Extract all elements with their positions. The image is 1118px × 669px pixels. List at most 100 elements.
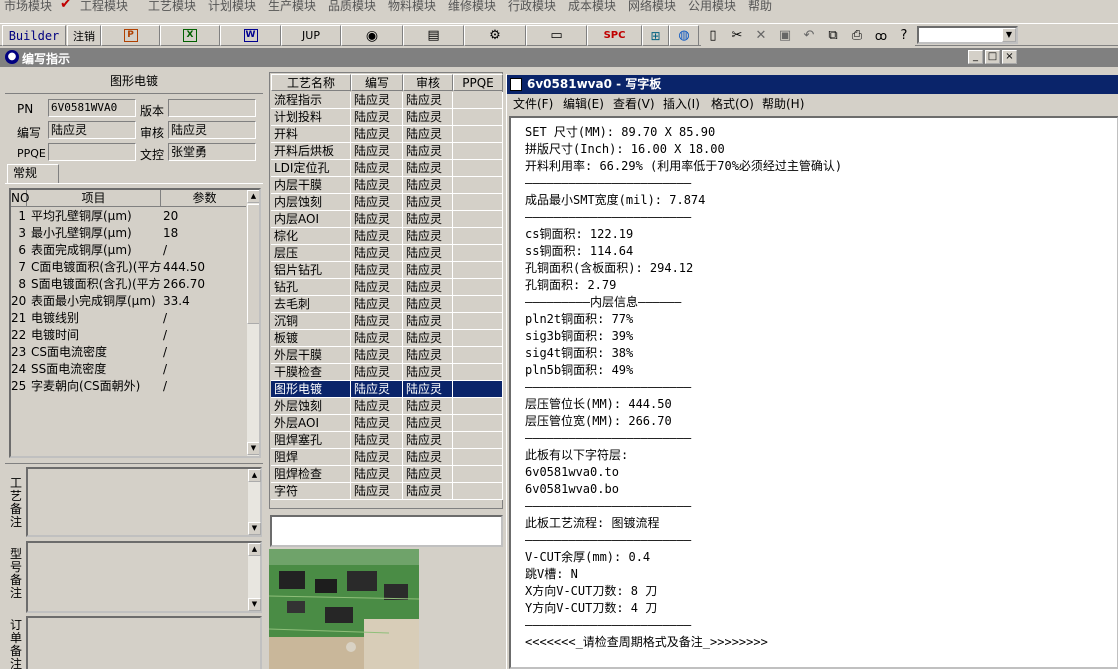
process-row[interactable]: 层压 陆应灵 陆应灵 xyxy=(271,245,503,262)
process-header-name[interactable]: 工艺名称 xyxy=(271,74,351,91)
process-row[interactable]: 阻焊检查 陆应灵 陆应灵 xyxy=(271,466,503,483)
menu-item-maintenance[interactable]: 维修模块 xyxy=(448,0,496,14)
process-row[interactable]: 棕化 陆应灵 陆应灵 xyxy=(271,228,503,245)
param-row[interactable]: 20 表面最小完成铜厚(μm) 33.4 xyxy=(11,293,251,310)
author-field[interactable]: 陆应灵 xyxy=(48,121,136,139)
builder-button[interactable]: Builder xyxy=(2,25,66,46)
spc-button[interactable]: SPC xyxy=(587,25,642,46)
scroll-up-icon[interactable]: ▲ xyxy=(248,543,261,556)
scroll-up-icon[interactable]: ▲ xyxy=(248,469,261,482)
grid-header-item[interactable]: 项目 xyxy=(27,190,161,207)
powerpoint-button[interactable]: P xyxy=(101,25,160,46)
tab-normal[interactable]: 常规 xyxy=(7,164,59,183)
process-note-memo[interactable]: ▲ ▼ xyxy=(26,467,262,537)
print-button[interactable]: ⎙ xyxy=(845,25,869,46)
excel-button[interactable]: X xyxy=(160,25,220,46)
notepad-menu-format[interactable]: 格式(O) xyxy=(711,95,754,114)
param-row[interactable]: 25 字麦朝向(CS面朝外) / xyxy=(11,378,251,395)
menu-item-process[interactable]: 工艺模块 xyxy=(148,0,196,14)
menu-item-quality[interactable]: 品质模块 xyxy=(328,0,376,14)
process-row[interactable]: 铝片钻孔 陆应灵 陆应灵 xyxy=(271,262,503,279)
process-row[interactable]: 外层蚀刻 陆应灵 陆应灵 xyxy=(271,398,503,415)
process-header-author[interactable]: 编写 xyxy=(351,74,403,91)
order-note-memo[interactable] xyxy=(26,616,262,669)
chevron-down-icon[interactable]: ▼ xyxy=(1002,28,1016,42)
menu-item-production[interactable]: 生产模块 xyxy=(268,0,316,14)
process-header-reviewer[interactable]: 审核 xyxy=(403,74,453,91)
copy-button[interactable]: ⧉ xyxy=(821,25,845,46)
notepad-text-area[interactable]: SET 尺寸(MM): 89.70 X 85.90 拼版尺寸(Inch): 16.… xyxy=(509,116,1118,669)
process-row[interactable]: 内层蚀刻 陆应灵 陆应灵 xyxy=(271,194,503,211)
process-row[interactable]: 阻焊塞孔 陆应灵 陆应灵 xyxy=(271,432,503,449)
database-button[interactable]: ▤ xyxy=(403,25,464,46)
process-row[interactable]: 外层AOI 陆应灵 陆应灵 xyxy=(271,415,503,432)
menu-item-cost[interactable]: 成本模块 xyxy=(568,0,616,14)
process-row[interactable]: 钻孔 陆应灵 陆应灵 xyxy=(271,279,503,296)
param-row[interactable]: 7 C面电镀面积(含孔)(平方 444.50 xyxy=(11,259,251,276)
param-row[interactable]: 8 S面电镀面积(含孔)(平方 266.70 xyxy=(11,276,251,293)
minimize-button[interactable]: _ xyxy=(968,50,983,64)
process-row[interactable]: 字符 陆应灵 陆应灵 xyxy=(271,483,503,500)
param-row[interactable]: 1 平均孔壁铜厚(μm) 20 xyxy=(11,208,251,225)
notepad-menu-help[interactable]: 帮助(H) xyxy=(762,95,804,114)
jup-button[interactable]: JUP xyxy=(281,25,341,46)
notepad-menu-edit[interactable]: 编辑(E) xyxy=(563,95,604,114)
scroll-down-icon[interactable]: ▼ xyxy=(248,598,261,611)
process-row[interactable]: 沉铜 陆应灵 陆应灵 xyxy=(271,313,503,330)
process-row[interactable]: 流程指示 陆应灵 陆应灵 xyxy=(271,92,503,109)
browser-button[interactable]: ◍ xyxy=(669,25,699,46)
process-note-input[interactable] xyxy=(270,515,503,547)
menu-item-common[interactable]: 公用模块 xyxy=(688,0,736,14)
process-row[interactable]: 内层AOI 陆应灵 陆应灵 xyxy=(271,211,503,228)
logout-button[interactable]: 注销 xyxy=(67,25,101,46)
undo-button[interactable]: ↶ xyxy=(797,25,821,46)
menu-item-admin[interactable]: 行政模块 xyxy=(508,0,556,14)
process-row[interactable]: LDI定位孔 陆应灵 陆应灵 xyxy=(271,160,503,177)
param-row[interactable]: 24 SS面电流密度 / xyxy=(11,361,251,378)
notepad-menu-file[interactable]: 文件(F) xyxy=(513,95,553,114)
process-row[interactable]: 阻焊 陆应灵 陆应灵 xyxy=(271,449,503,466)
process-row[interactable]: 开料 陆应灵 陆应灵 xyxy=(271,126,503,143)
close-button[interactable]: × xyxy=(1002,50,1017,64)
menu-item-plan[interactable]: 计划模块 xyxy=(208,0,256,14)
param-row[interactable]: 21 电镀线别 / xyxy=(11,310,251,327)
menu-item-network[interactable]: 网络模块 xyxy=(628,0,676,14)
maximize-button[interactable]: □ xyxy=(985,50,1000,64)
network-button[interactable]: ⊞ xyxy=(642,25,669,46)
process-row[interactable]: 开料后烘板 陆应灵 陆应灵 xyxy=(271,143,503,160)
menu-item-help[interactable]: 帮助 xyxy=(748,0,772,14)
process-row[interactable]: 计划投料 陆应灵 陆应灵 xyxy=(271,109,503,126)
param-row[interactable]: 6 表面完成铜厚(μm) / xyxy=(11,242,251,259)
doc-control-field[interactable]: 张堂勇 xyxy=(168,143,256,161)
process-row[interactable]: 外层干膜 陆应灵 陆应灵 xyxy=(271,347,503,364)
process-row[interactable]: 去毛刺 陆应灵 陆应灵 xyxy=(271,296,503,313)
new-button[interactable]: ▯ xyxy=(701,25,725,46)
scroll-up-icon[interactable]: ▲ xyxy=(247,190,259,203)
menu-item-material[interactable]: 物料模块 xyxy=(388,0,436,14)
param-row[interactable]: 23 CS面电流密度 / xyxy=(11,344,251,361)
process-header-ppqe[interactable]: PPQE xyxy=(453,74,503,91)
param-row[interactable]: 3 最小孔壁铜厚(μm) 18 xyxy=(11,225,251,242)
scroll-down-icon[interactable]: ▼ xyxy=(247,442,259,455)
model-note-memo[interactable]: ▲ ▼ xyxy=(26,541,262,613)
process-row[interactable]: 干膜检查 陆应灵 陆应灵 xyxy=(271,364,503,381)
scroll-thumb[interactable] xyxy=(247,204,259,324)
notepad-menu-insert[interactable]: 插入(I) xyxy=(663,95,700,114)
save-button[interactable]: ▣ xyxy=(773,25,797,46)
menu-item-engineering[interactable]: 工程模块 xyxy=(80,0,128,14)
help-button[interactable]: ? xyxy=(893,25,915,46)
grid-header-no[interactable]: NO xyxy=(11,190,29,207)
reviewer-field[interactable]: 陆应灵 xyxy=(168,121,256,139)
process-row[interactable]: 板镀 陆应灵 陆应灵 xyxy=(271,330,503,347)
notepad-menu-view[interactable]: 查看(V) xyxy=(613,95,655,114)
find-button[interactable]: ꝏ xyxy=(869,25,893,46)
cut-button[interactable]: ✂ xyxy=(725,25,749,46)
grid-header-param[interactable]: 参数 xyxy=(161,190,249,207)
toolbar-combo[interactable]: ▼ xyxy=(917,26,1018,44)
param-row[interactable]: 22 电镀时间 / xyxy=(11,327,251,344)
computer-button[interactable]: ▭ xyxy=(526,25,587,46)
scroll-down-icon[interactable]: ▼ xyxy=(248,522,261,535)
pn-field[interactable]: 6V0581WVA0 xyxy=(48,99,136,117)
view-button[interactable]: ◉ xyxy=(341,25,403,46)
delete-button[interactable]: ✕ xyxy=(749,25,773,46)
